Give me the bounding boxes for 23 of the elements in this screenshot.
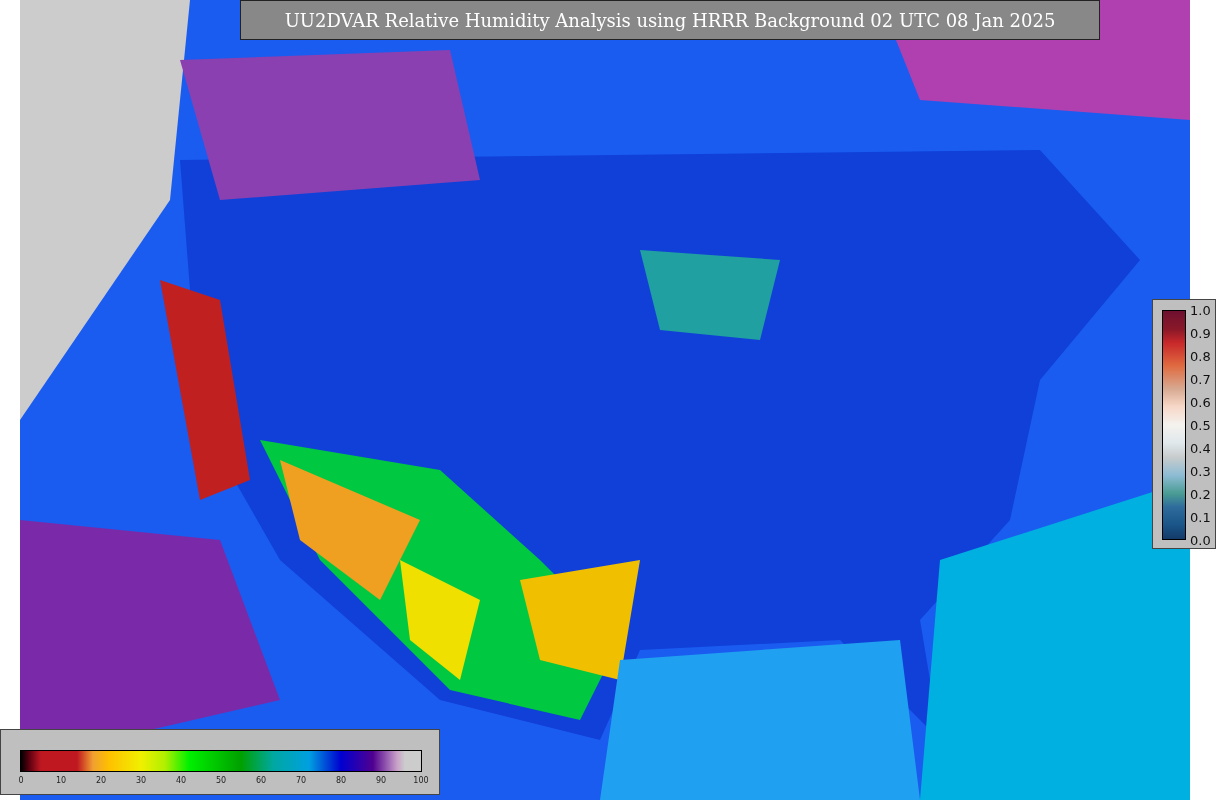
tick-label: 0.2 — [1190, 486, 1211, 504]
tick-label: 1.0 — [1190, 302, 1211, 320]
tick-label: 70 — [294, 776, 308, 785]
tick-label: 20 — [94, 776, 108, 785]
tick-label: 0.8 — [1190, 348, 1211, 366]
tick-label: 60 — [254, 776, 268, 785]
tick-label: 0 — [17, 776, 25, 785]
tick-label: 0.9 — [1190, 325, 1211, 343]
chart-title: UU2DVAR Relative Humidity Analysis using HRRR Background 02 UTC 08 Jan 2025 — [240, 0, 1100, 40]
tick-label: 90 — [374, 776, 388, 785]
tick-label: 0.4 — [1190, 440, 1211, 458]
tick-label: 100 — [412, 776, 430, 785]
tick-label: 80 — [334, 776, 348, 785]
tick-label: 0.3 — [1190, 463, 1211, 481]
tick-label: 0.5 — [1190, 417, 1211, 435]
tick-label: 10 — [54, 776, 68, 785]
tick-label: 0.0 — [1190, 532, 1211, 550]
tick-label: 0.7 — [1190, 371, 1211, 389]
tick-label: 40 — [174, 776, 188, 785]
tick-label: 30 — [134, 776, 148, 785]
tick-label: 0.6 — [1190, 394, 1211, 412]
tick-label: 50 — [214, 776, 228, 785]
tick-label: 0.1 — [1190, 509, 1211, 527]
